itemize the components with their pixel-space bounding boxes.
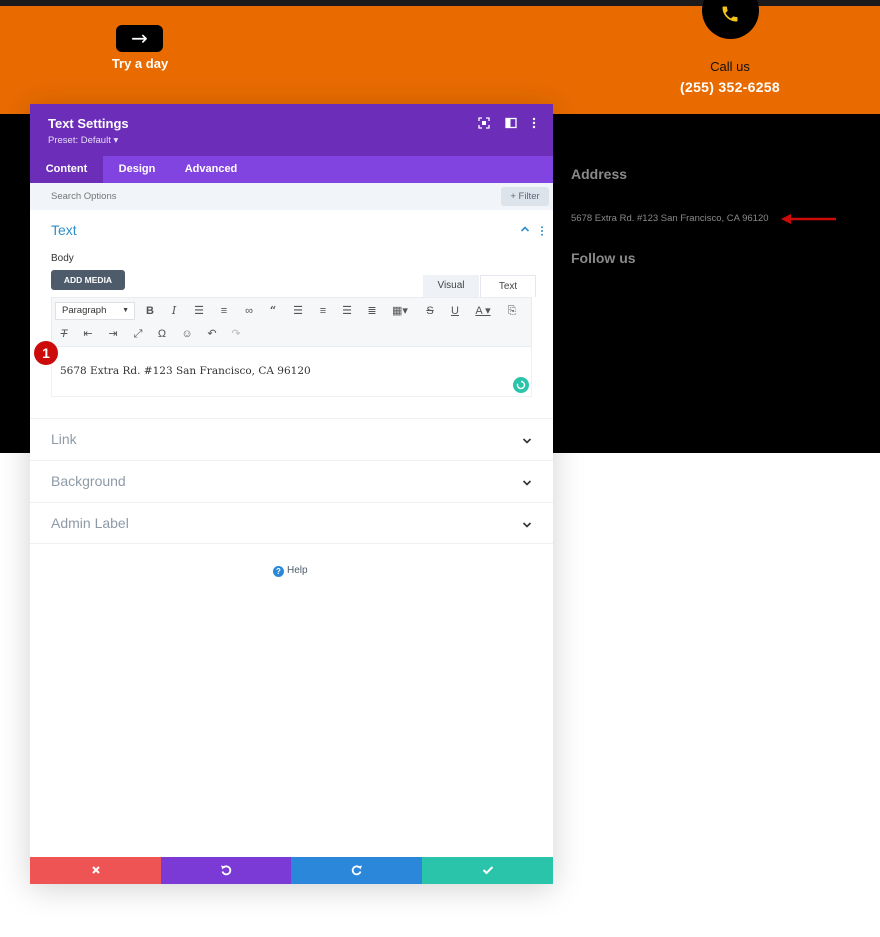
help-link[interactable]: ? Help: [273, 565, 308, 577]
strikethrough-icon[interactable]: S: [422, 303, 438, 319]
outdent-icon[interactable]: ⇤: [80, 326, 96, 342]
tab-design[interactable]: Design: [103, 156, 171, 183]
paragraph-select-label: Paragraph: [62, 305, 107, 316]
modal-footer: [30, 857, 553, 884]
text-tab[interactable]: Text: [480, 275, 536, 297]
underline-icon[interactable]: U: [447, 303, 463, 319]
tab-content[interactable]: Content: [30, 156, 103, 183]
preset-selector[interactable]: Preset: Default ▾: [48, 135, 118, 146]
check-icon: [482, 866, 493, 875]
body-editor[interactable]: 5678 Extra Rd. #123 San Francisco, CA 96…: [51, 347, 532, 397]
blockquote-icon[interactable]: “: [265, 303, 281, 319]
undo-icon[interactable]: ↶: [204, 326, 220, 342]
section-link[interactable]: Link: [30, 418, 553, 460]
follow-us-heading: Follow us: [571, 250, 636, 266]
paragraph-select[interactable]: Paragraph ▼: [55, 302, 135, 320]
special-character-icon[interactable]: Ω: [154, 326, 170, 342]
modal-title: Text Settings: [48, 116, 129, 131]
numbered-list-icon[interactable]: ≡: [216, 303, 232, 319]
text-color-icon[interactable]: A ▾: [470, 303, 496, 319]
call-number[interactable]: (255) 352-6258: [660, 79, 800, 95]
modal-header: Text Settings Preset: Default ▾: [30, 104, 553, 156]
redo-icon: [351, 865, 362, 876]
split-view-icon[interactable]: [504, 117, 518, 131]
help-icon: ?: [273, 566, 284, 577]
try-label[interactable]: Try a day: [100, 56, 180, 71]
try-arrow-button[interactable]: →: [116, 25, 163, 52]
section-more-icon[interactable]: [540, 226, 544, 236]
chevron-down-icon: [522, 438, 532, 444]
italic-icon[interactable]: I: [166, 303, 182, 319]
fullscreen-editor-icon[interactable]: ⤢: [130, 326, 146, 342]
link-icon[interactable]: ∞: [241, 303, 257, 319]
section-admin-label[interactable]: Admin Label: [30, 502, 553, 544]
search-bar: + Filter: [30, 183, 553, 210]
clear-formatting-icon[interactable]: T: [56, 326, 72, 342]
address-text: 5678 Extra Rd. #123 San Francisco, CA 96…: [571, 213, 769, 224]
align-center-icon[interactable]: ≡: [315, 303, 331, 319]
more-options-icon[interactable]: [527, 117, 541, 131]
fullscreen-icon[interactable]: [477, 117, 491, 131]
editor-toolbar: Paragraph ▼ B I ☰ ≡ ∞ “ ☰ ≡ ☰ ≣ ▦▾ S U A…: [51, 297, 532, 347]
bullet-list-icon[interactable]: ☰: [191, 303, 207, 319]
phone-icon: [722, 6, 738, 22]
tab-advanced[interactable]: Advanced: [171, 156, 251, 183]
align-justify-icon[interactable]: ≣: [364, 303, 380, 319]
chevron-up-icon[interactable]: [520, 224, 530, 234]
indent-icon[interactable]: ⇥: [105, 326, 121, 342]
search-options-input[interactable]: [51, 183, 351, 210]
undo-icon: [221, 865, 232, 876]
section-background-label: Background: [51, 473, 126, 489]
text-section-title[interactable]: Text: [51, 222, 77, 238]
table-icon[interactable]: ▦▾: [389, 303, 411, 319]
dropdown-caret-icon: ▼: [122, 307, 129, 314]
address-heading: Address: [571, 166, 628, 182]
save-button[interactable]: [422, 857, 553, 884]
text-settings-modal: Text Settings Preset: Default ▾ Content …: [30, 104, 553, 884]
annotation-arrow-icon: [781, 214, 836, 224]
align-right-icon[interactable]: ☰: [339, 303, 355, 319]
paste-icon[interactable]: ⎘: [504, 303, 520, 319]
undo-button[interactable]: [161, 857, 291, 884]
close-icon: [91, 866, 100, 874]
call-us-label: Call us: [710, 59, 750, 74]
section-link-label: Link: [51, 431, 77, 447]
chevron-down-icon: [522, 522, 532, 528]
redo-icon[interactable]: ↷: [228, 326, 244, 342]
bold-icon[interactable]: B: [142, 303, 158, 319]
body-label: Body: [51, 253, 74, 264]
filter-button[interactable]: + Filter: [501, 187, 549, 206]
section-admin-label-label: Admin Label: [51, 515, 129, 531]
chevron-down-icon: [522, 480, 532, 486]
emoji-icon[interactable]: ☺: [179, 326, 195, 342]
align-left-icon[interactable]: ☰: [290, 303, 306, 319]
visual-tab[interactable]: Visual: [423, 275, 479, 297]
section-background[interactable]: Background: [30, 460, 553, 502]
settings-tabs: Content Design Advanced: [30, 156, 553, 183]
help-label: Help: [287, 565, 308, 576]
grammar-check-icon[interactable]: [513, 377, 529, 393]
step-number-badge: 1: [34, 341, 58, 365]
cancel-button[interactable]: [30, 857, 161, 884]
add-media-button[interactable]: ADD MEDIA: [51, 270, 125, 290]
body-editor-content[interactable]: 5678 Extra Rd. #123 San Francisco, CA 96…: [60, 365, 311, 377]
redo-button[interactable]: [291, 857, 422, 884]
